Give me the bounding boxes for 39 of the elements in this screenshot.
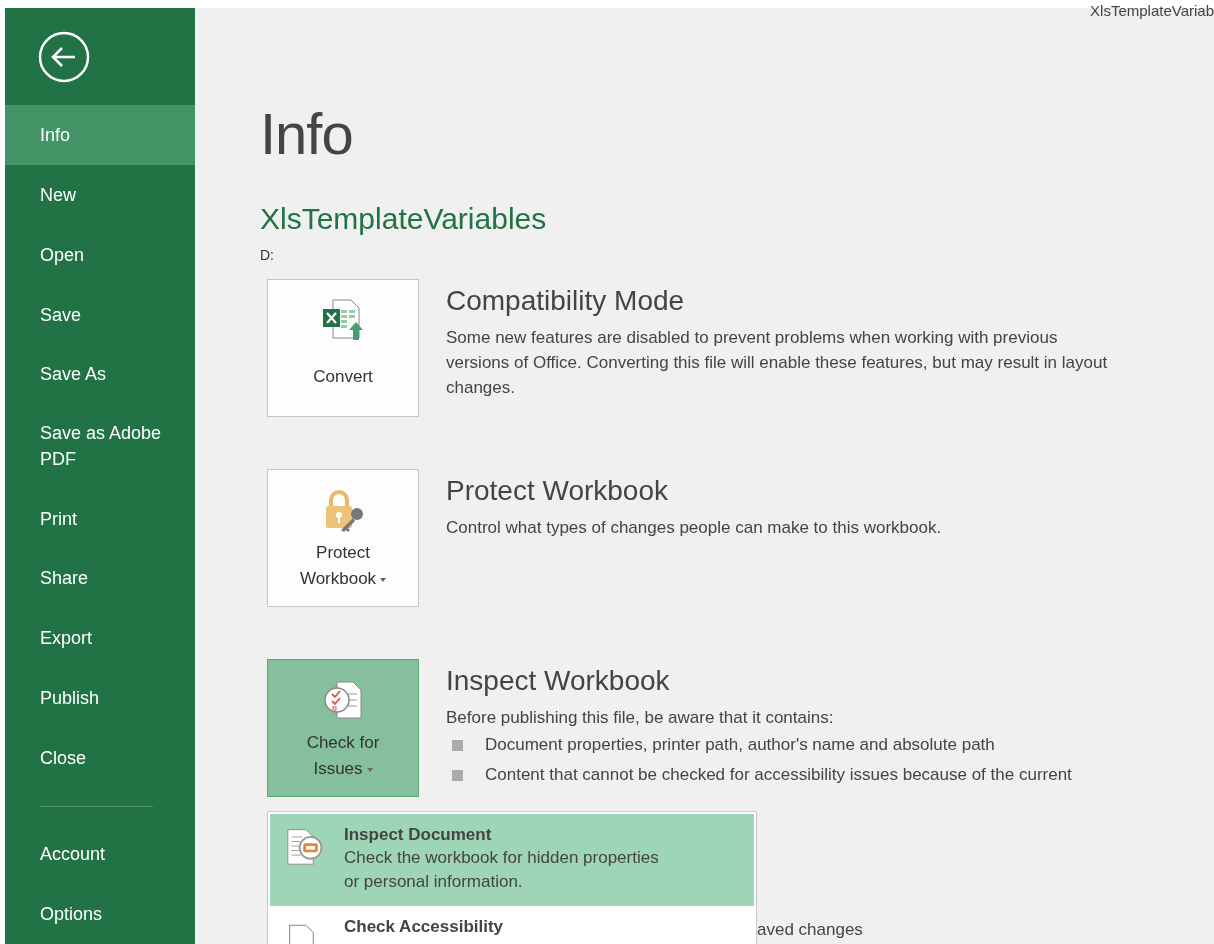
window-title: XlsTemplateVariab <box>1090 2 1214 19</box>
sidebar-item[interactable]: Info <box>5 105 195 166</box>
inspect-button[interactable]: Check for Issues <box>267 659 419 797</box>
section-description: Control what types of changes people can make to this workbook. <box>446 517 943 539</box>
section-heading: Inspect Workbook <box>446 664 671 698</box>
file-name: XlsTemplateVariables <box>260 201 548 237</box>
section-description: Some new features are disabled to prevent problems when working with previous versions of Office. Converting this file will enable these features, but may result in layout changes. <box>446 327 1109 399</box>
file-path: D: <box>260 247 275 263</box>
convert-button[interactable]: Convert <box>267 279 419 417</box>
sidebar-item[interactable]: Export <box>5 608 195 668</box>
partial-text: aved changes <box>757 920 863 940</box>
page-title: Info <box>260 102 354 166</box>
spreadsheet-upload-icon <box>321 298 365 342</box>
menu-item-title: Check Accessibility <box>344 916 504 938</box>
back-icon[interactable] <box>37 30 91 84</box>
sidebar-item[interactable]: Save as Adobe PDF <box>5 404 195 489</box>
bullet-text: Document properties, printer path, author's name and absolute path <box>485 734 995 756</box>
sidebar-item[interactable]: Account <box>5 824 195 885</box>
sidebar-item[interactable]: Print <box>5 488 195 549</box>
menu-item[interactable]: Check Accessibility <box>270 906 754 944</box>
sidebar-item[interactable]: New <box>5 165 195 225</box>
sidebar-item[interactable]: Options <box>5 884 195 944</box>
menu-item[interactable]: Inspect Document Check the workbook for hidden properties or personal information. <box>270 814 754 906</box>
sidebar-item[interactable]: Close <box>5 727 195 788</box>
section-heading: Protect Workbook <box>446 474 670 508</box>
menu-item-description: Check the workbook for hidden properties or personal information. <box>344 847 659 893</box>
bullet-text: Content that cannot be checked for accessibility issues because of the current <box>485 764 1072 786</box>
bullet-icon <box>452 769 463 781</box>
section-description: Before publishing this file, be aware that it contains: <box>446 707 835 729</box>
bullet-icon <box>452 739 463 751</box>
menu-item-title: Inspect Document <box>344 824 493 846</box>
sidebar-item[interactable]: Open <box>5 225 195 285</box>
sidebar-item[interactable]: Publish <box>5 667 195 728</box>
protect-button[interactable]: Protect Workbook <box>267 469 419 607</box>
sidebar-item[interactable]: Share <box>5 548 195 609</box>
section-heading: Compatibility Mode <box>446 284 686 318</box>
sidebar-item[interactable]: Save <box>5 284 195 345</box>
sidebar-item[interactable]: Save As <box>5 344 195 405</box>
checklist-document-icon <box>321 678 365 722</box>
